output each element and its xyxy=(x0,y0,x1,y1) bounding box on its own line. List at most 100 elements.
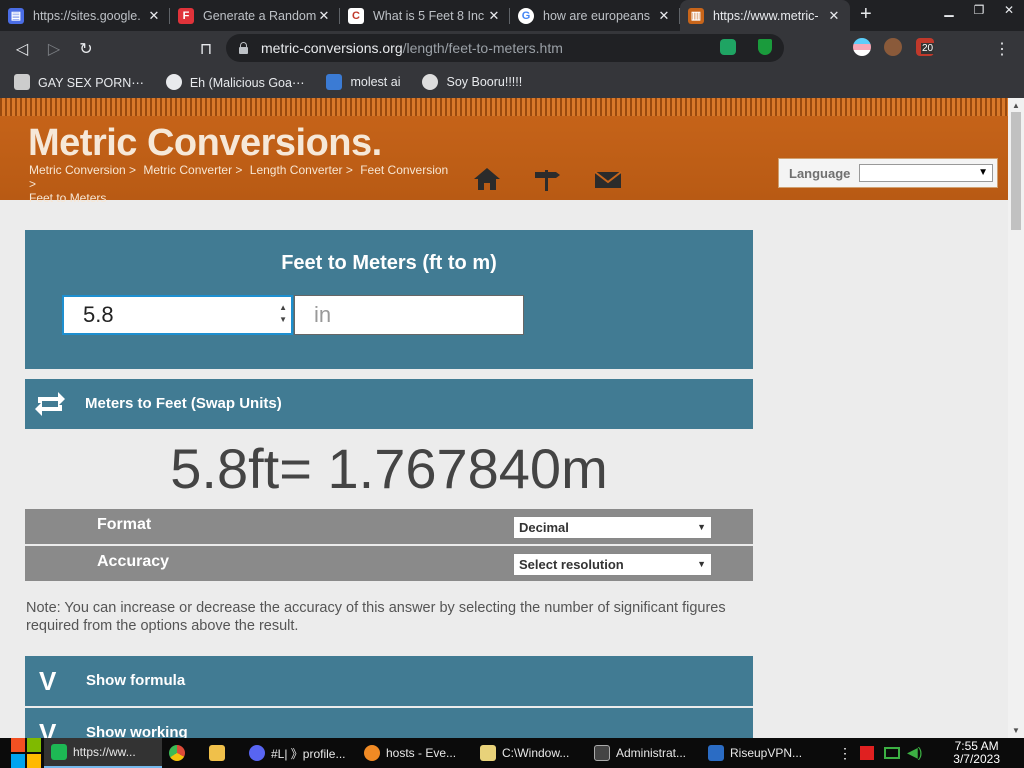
bookmark-favicon-icon xyxy=(422,74,439,90)
restore-icon[interactable]: ❐ xyxy=(964,0,994,20)
google-sites-icon: ▤ xyxy=(8,7,24,24)
reload-icon[interactable]: ↻ xyxy=(70,34,102,64)
bookmark-icon[interactable]: ⊓ xyxy=(190,34,222,64)
taskbar-item[interactable] xyxy=(202,738,242,768)
extension-badge: 20 xyxy=(921,43,935,54)
clock[interactable]: 7:55 AM 3/7/2023 xyxy=(953,740,1000,766)
expand-icon: V xyxy=(39,718,57,738)
show-working-label: Show working xyxy=(86,724,188,738)
network-icon[interactable] xyxy=(884,747,900,759)
taskbar-item[interactable] xyxy=(162,738,202,768)
accuracy-note: Note: You can increase or decrease the a… xyxy=(26,600,726,634)
taskbar-item[interactable]: Administrat... xyxy=(587,738,701,768)
back-icon[interactable]: ◁ xyxy=(6,34,38,64)
globe-icon xyxy=(165,74,182,90)
spinner-icon[interactable]: ▲ ▼ xyxy=(279,302,287,326)
close-window-icon[interactable]: ✕ xyxy=(994,0,1024,20)
discord-icon xyxy=(249,745,265,761)
lock-icon xyxy=(238,42,248,54)
shield-extension-icon[interactable] xyxy=(758,39,772,55)
format-value: Decimal xyxy=(519,520,569,535)
close-icon[interactable]: ✕ xyxy=(316,8,332,24)
accuracy-row: Accuracy Select resolution ▼ xyxy=(25,546,753,581)
inches-input[interactable]: in xyxy=(294,295,524,335)
taskbar-item[interactable]: RiseupVPN... xyxy=(701,738,809,768)
format-select[interactable]: Decimal ▼ xyxy=(513,516,712,539)
language-dropdown[interactable]: ▼ xyxy=(859,164,993,182)
windows-taskbar: https://ww... #L| 》profile... hosts - Ev… xyxy=(0,738,1024,768)
show-formula-bar[interactable]: V Show formula xyxy=(25,656,753,706)
expand-icon: V xyxy=(39,666,57,696)
menu-icon[interactable]: ⋮ xyxy=(986,34,1018,64)
signpost-icon[interactable] xyxy=(532,166,562,192)
close-icon[interactable]: ✕ xyxy=(826,8,842,24)
value-input[interactable]: 5.8 ▲ ▼ xyxy=(62,295,293,335)
page-scrollbar[interactable]: ▲ ▼ xyxy=(1008,98,1024,738)
taskbar-label: #L| 》profile... xyxy=(271,746,346,761)
taskbar-label: https://ww... xyxy=(73,745,136,759)
tab-strip: ▤ https://sites.google. ✕ F Generate a R… xyxy=(0,0,1024,31)
address-bar[interactable]: metric-conversions.org/length/feet-to-me… xyxy=(226,34,784,62)
forward-icon[interactable]: ▷ xyxy=(38,34,70,64)
flag-extension-icon[interactable] xyxy=(853,38,871,56)
format-label: Format xyxy=(97,516,152,533)
profile-extension-icon[interactable] xyxy=(884,38,902,56)
converter-panel: Feet to Meters (ft to m) 5.8 ▲ ▼ in xyxy=(25,230,753,369)
scroll-up-icon[interactable]: ▲ xyxy=(1012,101,1020,110)
close-icon[interactable]: ✕ xyxy=(656,8,672,24)
scroll-thumb[interactable] xyxy=(1011,112,1021,230)
close-icon[interactable]: ✕ xyxy=(146,8,162,24)
volume-icon[interactable]: ◀) xyxy=(907,744,922,761)
close-icon[interactable]: ✕ xyxy=(486,8,502,24)
show-working-bar[interactable]: V Show working xyxy=(25,708,753,738)
bookmark-item[interactable]: GAY SEX PORN⋯ xyxy=(14,74,144,90)
bookmark-item[interactable]: Soy Booru!!!!! xyxy=(422,74,522,90)
taskbar-label: hosts - Eve... xyxy=(386,746,457,760)
tab-title: how are europeans xyxy=(543,8,651,23)
conversion-result: 5.8ft= 1.767840m xyxy=(170,437,608,500)
bookmark-label: Eh (Malicious Goa⋯ xyxy=(189,75,305,90)
vpn-icon xyxy=(708,745,724,761)
tab-title: What is 5 Feet 8 Inc xyxy=(373,8,485,23)
taskbar-item[interactable]: #L| 》profile... xyxy=(242,738,357,768)
swap-units-bar[interactable]: Meters to Feet (Swap Units) xyxy=(25,379,753,429)
converter-title: Feet to Meters (ft to m) xyxy=(281,252,497,274)
accuracy-select[interactable]: Select resolution ▼ xyxy=(513,553,712,576)
spotify-icon xyxy=(51,744,67,760)
overflow-icon[interactable]: ⋮ xyxy=(838,745,852,762)
mail-icon[interactable] xyxy=(593,166,623,192)
sheets-extension-icon[interactable] xyxy=(720,39,736,55)
web-page: Metric Conversions. Metric Conversion > … xyxy=(0,98,1008,738)
taskbar-item[interactable]: C:\Window... xyxy=(473,738,587,768)
language-label: Language xyxy=(789,165,851,181)
flag-icon[interactable] xyxy=(860,746,874,760)
breadcrumb-link[interactable]: Metric Conversion > xyxy=(29,163,136,177)
new-tab-icon[interactable]: + xyxy=(860,0,872,31)
taskbar-label: Administrat... xyxy=(616,746,687,760)
bookmarks-bar: GAY SEX PORN⋯ Eh (Malicious Goa⋯ molest … xyxy=(0,66,1024,98)
minimize-icon[interactable]: ▁ xyxy=(934,0,964,20)
swap-units-label: Meters to Feet (Swap Units) xyxy=(85,395,282,412)
scroll-down-icon[interactable]: ▼ xyxy=(1012,726,1020,735)
breadcrumb-current[interactable]: Feet to Meters xyxy=(29,191,106,205)
tab-google-search[interactable]: G how are europeans ✕ xyxy=(510,0,680,31)
taskbar-item[interactable]: hosts - Eve... xyxy=(357,738,473,768)
site-logo[interactable]: Metric Conversions. xyxy=(28,122,382,165)
f-logo-icon: F xyxy=(178,7,194,24)
windows-start-icon[interactable] xyxy=(0,738,44,768)
bookmark-item[interactable]: molest ai xyxy=(326,74,400,90)
folder-icon xyxy=(209,745,225,761)
tab-5-feet-8[interactable]: C What is 5 Feet 8 Inc ✕ xyxy=(340,0,510,31)
bookmark-favicon-icon xyxy=(326,74,343,90)
taskbar-item[interactable]: https://ww... xyxy=(44,738,162,768)
breadcrumb-link[interactable]: Metric Converter > xyxy=(143,163,242,177)
home-icon[interactable] xyxy=(472,166,502,192)
tab-metric-conversions[interactable]: ▥ https://www.metric- ✕ xyxy=(680,0,850,31)
ublock-extension-icon[interactable]: 20 xyxy=(916,38,935,56)
tab-google-sites[interactable]: ▤ https://sites.google. ✕ xyxy=(0,0,170,31)
show-formula-label: Show formula xyxy=(86,672,186,689)
breadcrumb-link[interactable]: Length Converter > xyxy=(250,163,353,177)
bookmark-item[interactable]: Eh (Malicious Goa⋯ xyxy=(165,74,305,90)
swap-arrows-icon xyxy=(35,392,65,416)
tab-random[interactable]: F Generate a Random ✕ xyxy=(170,0,340,31)
